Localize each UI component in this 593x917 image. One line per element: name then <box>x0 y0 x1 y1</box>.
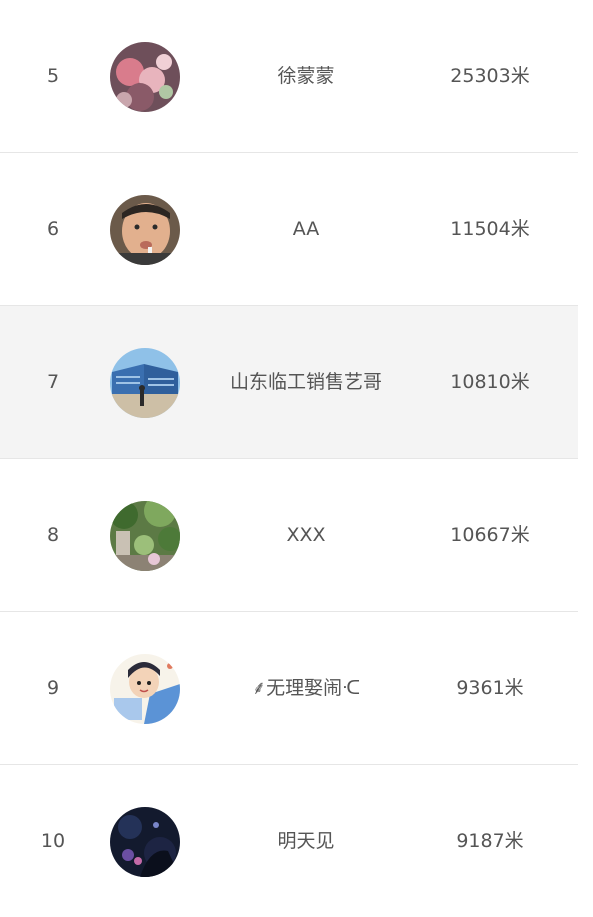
rank-number: 5 <box>46 65 60 87</box>
avatar[interactable] <box>110 42 180 112</box>
user-name: ⸙无理娶闹ᑡ <box>251 677 361 699</box>
user-name: AA <box>292 218 320 240</box>
rank-number: 7 <box>46 371 60 393</box>
leaderboard-row[interactable]: 8 XXX 10667米 <box>0 459 578 612</box>
leaderboard-row[interactable]: 9 ⸙无理娶闹ᑡ 9361米 <box>0 612 578 765</box>
user-name: 明天见 <box>277 830 335 852</box>
distance-value: 9187米 <box>456 830 524 852</box>
rank-number: 10 <box>40 830 66 852</box>
user-name: XXX <box>286 524 326 546</box>
cartoon-boy-avatar-image <box>110 654 180 724</box>
garden-avatar-image <box>110 501 180 571</box>
leaderboard-row-highlighted[interactable]: 7 山东临工销售艺哥 10810米 <box>0 306 578 459</box>
distance-value: 10667米 <box>450 524 530 546</box>
pink-flowers-avatar-image <box>110 42 180 112</box>
distance-value: 9361米 <box>456 677 524 699</box>
avatar[interactable] <box>110 807 180 877</box>
leaderboard-row[interactable]: 10 明天见 9187米 <box>0 765 578 917</box>
building-avatar-image <box>110 348 180 418</box>
avatar[interactable] <box>110 501 180 571</box>
rank-number: 8 <box>46 524 60 546</box>
rank-number: 6 <box>46 218 60 240</box>
rank-number: 9 <box>46 677 60 699</box>
user-name: 山东临工销售艺哥 <box>229 371 382 393</box>
avatar[interactable] <box>110 348 180 418</box>
distance-value: 10810米 <box>450 371 530 393</box>
leaderboard-row[interactable]: 6 AA 11504米 <box>0 153 578 306</box>
user-name: 徐蒙蒙 <box>277 65 335 87</box>
distance-value: 11504米 <box>450 218 530 240</box>
leaderboard-row[interactable]: 5 徐蒙蒙 25303米 <box>0 0 578 153</box>
dark-night-avatar-image <box>110 807 180 877</box>
avatar[interactable] <box>110 654 180 724</box>
distance-value: 25303米 <box>450 65 530 87</box>
avatar[interactable] <box>110 195 180 265</box>
man-face-avatar-image <box>110 195 180 265</box>
leaderboard-list: 5 徐蒙蒙 25303米 6 AA 11504米 7 山东临工销售艺哥 1081… <box>0 0 578 917</box>
